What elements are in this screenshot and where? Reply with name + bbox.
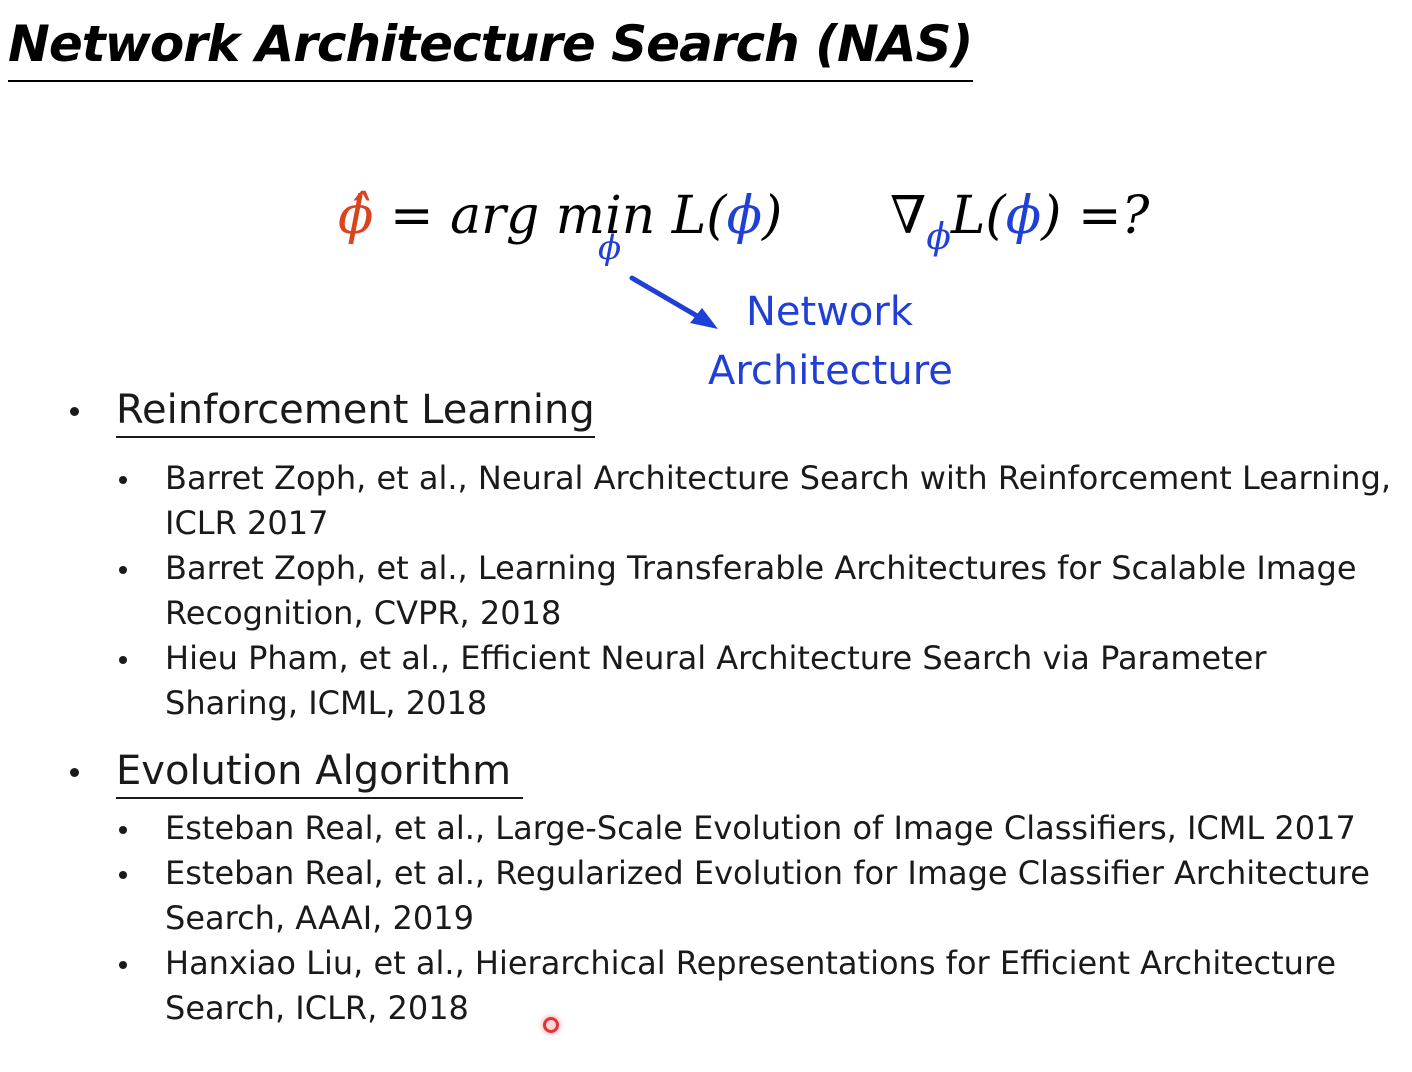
loss-open: L( [671, 186, 727, 246]
reference-text: Hanxiao Liu, et al., Hierarchical Repres… [165, 944, 1337, 1027]
argmin-operator: arg min [450, 186, 672, 246]
gradient-loss-close: ) =? [1041, 186, 1150, 246]
section-heading-evolution-algorithm: Evolution Algorithm [116, 747, 524, 799]
list-item: Hanxiao Liu, et al., Hierarchical Repres… [118, 941, 1408, 1031]
sub-bullet [119, 961, 127, 969]
arrow-icon [629, 275, 718, 329]
pointer-cursor-icon [543, 1017, 559, 1033]
gradient-formula: ∇ϕL(ϕ) =? [890, 186, 1150, 258]
sub-bullet [119, 656, 127, 664]
argmin-subscript-phi: ϕ [598, 228, 622, 268]
annotation-architecture: Architecture [708, 348, 953, 394]
reference-text: Esteban Real, et al., Large-Scale Evolut… [165, 809, 1356, 847]
gradient-phi: ϕ [1005, 186, 1042, 246]
reference-text: Hieu Pham, et al., Efficient Neural Arch… [165, 639, 1267, 722]
loss-close: ) [762, 186, 783, 246]
reference-text: Barret Zoph, et al., Neural Architecture… [165, 459, 1392, 542]
gradient-loss-open: L( [950, 186, 1006, 246]
sub-bullet [119, 476, 127, 484]
section-heading-reinforcement-learning: Reinforcement Learning [116, 386, 595, 438]
argmin-formula: ϕ̂ = arg min L(ϕ) [338, 186, 782, 246]
annotation-network: Network [746, 289, 914, 335]
sub-bullet [119, 566, 127, 574]
title-underline [8, 80, 973, 82]
section-bullet [70, 407, 79, 416]
list-item: Esteban Real, et al., Regularized Evolut… [118, 851, 1408, 941]
list-item: Esteban Real, et al., Large-Scale Evolut… [118, 806, 1408, 851]
loss-phi: ϕ [726, 186, 763, 246]
sub-bullet [119, 826, 127, 834]
nabla-subscript-phi: ϕ [926, 217, 951, 258]
reference-text: Barret Zoph, et al., Learning Transferab… [165, 549, 1357, 632]
nabla-symbol: ∇ [890, 186, 927, 246]
reference-text: Esteban Real, et al., Regularized Evolut… [165, 854, 1370, 937]
slide-title: Network Architecture Search (NAS) [8, 15, 973, 73]
section-bullet [70, 768, 79, 777]
reference-list-rl: Barret Zoph, et al., Neural Architecture… [118, 456, 1408, 726]
list-item: Barret Zoph, et al., Neural Architecture… [118, 456, 1408, 546]
phi-hat-symbol: ϕ̂ [338, 186, 374, 246]
list-item: Hieu Pham, et al., Efficient Neural Arch… [118, 636, 1408, 726]
equals-sign: = [373, 186, 451, 246]
reference-list-evolution: Esteban Real, et al., Large-Scale Evolut… [118, 806, 1408, 1031]
list-item: Barret Zoph, et al., Learning Transferab… [118, 546, 1408, 636]
sub-bullet [119, 871, 127, 879]
